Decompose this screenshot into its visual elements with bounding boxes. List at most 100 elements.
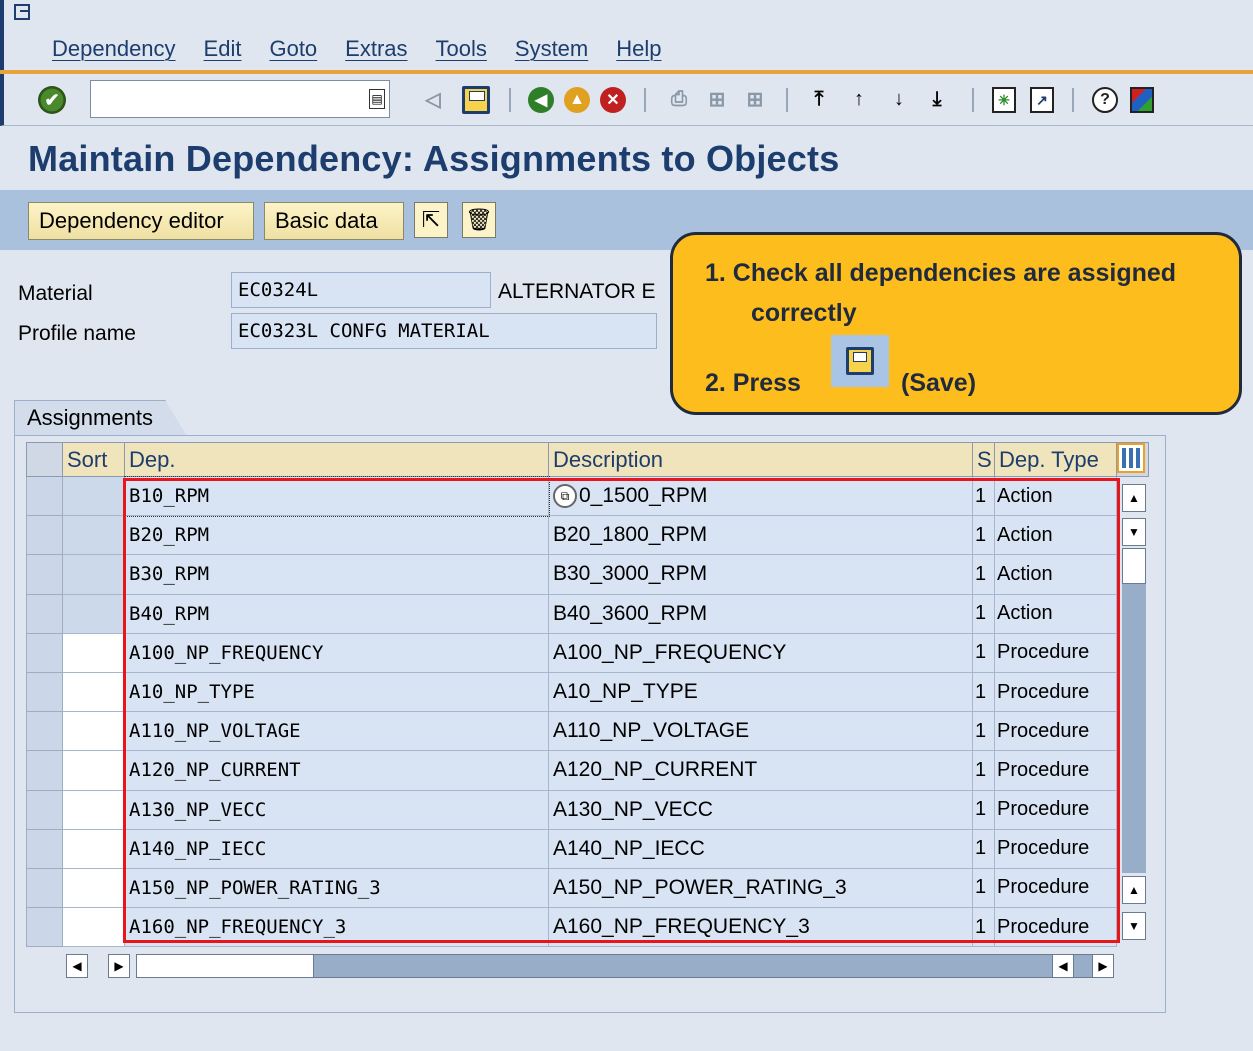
table-row[interactable]: A10_NP_TYPE A10_NP_TYPE 1 Procedure bbox=[26, 671, 1149, 713]
row-selector[interactable] bbox=[26, 789, 63, 830]
delete-trash-icon[interactable]: 🗑 bbox=[462, 202, 496, 238]
exit-icon[interactable]: ▲ bbox=[564, 87, 590, 113]
find-next-icon[interactable]: ⊞ bbox=[740, 84, 770, 114]
enter-icon[interactable]: ✔ bbox=[38, 86, 66, 114]
page-up-icon[interactable]: ▲ bbox=[1122, 876, 1146, 904]
row-selector[interactable] bbox=[26, 750, 63, 791]
table-row[interactable]: B30_RPM B30_3000_RPM 1 Action bbox=[26, 554, 1149, 595]
horizontal-scroll-thumb[interactable] bbox=[136, 954, 314, 978]
dep-cell[interactable]: A130_NP_VECC bbox=[124, 789, 549, 830]
dep-cell[interactable]: A110_NP_VOLTAGE bbox=[124, 711, 549, 752]
dep-cell[interactable]: A10_NP_TYPE bbox=[124, 671, 549, 713]
scroll-left-icon[interactable]: ◀ bbox=[66, 954, 88, 978]
sort-cell[interactable] bbox=[62, 907, 125, 948]
menu-tools[interactable]: Tools bbox=[436, 36, 487, 62]
select-all-header[interactable] bbox=[26, 442, 63, 477]
menu-extras[interactable]: Extras bbox=[345, 36, 407, 62]
sort-cell[interactable] bbox=[62, 750, 125, 791]
table-row[interactable]: A130_NP_VECC A130_NP_VECC 1 Procedure bbox=[26, 789, 1149, 830]
dep-cell[interactable]: A140_NP_IECC bbox=[124, 828, 549, 869]
table-row[interactable]: A100_NP_FREQUENCY A100_NP_FREQUENCY 1 Proce… bbox=[26, 632, 1149, 673]
table-row[interactable]: A140_NP_IECC A140_NP_IECC 1 Procedure bbox=[26, 828, 1149, 869]
material-field[interactable]: EC0324L bbox=[231, 272, 491, 308]
description-cell[interactable]: B40_3600_RPM bbox=[548, 593, 973, 634]
row-selector[interactable] bbox=[26, 907, 63, 948]
profile-name-field[interactable]: EC0323L CONFG MATERIAL bbox=[231, 313, 657, 349]
table-row[interactable]: A150_NP_POWER_RATING_3 A150_NP_POWER_RATI… bbox=[26, 867, 1149, 909]
table-row[interactable]: A160_NP_FREQUENCY_3 A160_NP_FREQUENCY_3 1 P… bbox=[26, 907, 1149, 948]
description-cell[interactable]: A150_NP_POWER_RATING_3 bbox=[548, 867, 973, 909]
save-icon[interactable] bbox=[462, 86, 490, 114]
dep-cell[interactable]: B30_RPM bbox=[124, 554, 549, 595]
sort-cell[interactable] bbox=[62, 554, 125, 595]
next-page-icon[interactable]: ↓ bbox=[884, 84, 914, 114]
previous-page-icon[interactable]: ↑ bbox=[844, 84, 874, 114]
select-cursor-icon[interactable]: ⇱ bbox=[414, 202, 448, 238]
sort-cell[interactable] bbox=[62, 789, 125, 830]
vertical-scroll-thumb[interactable] bbox=[1122, 548, 1146, 584]
history-dropdown-icon[interactable]: ▤ bbox=[369, 89, 385, 109]
sort-cell[interactable] bbox=[62, 711, 125, 752]
sort-cell[interactable] bbox=[62, 475, 125, 517]
table-row[interactable]: B40_RPM B40_3600_RPM 1 Action bbox=[26, 593, 1149, 634]
description-cell[interactable]: A100_NP_FREQUENCY bbox=[548, 632, 973, 673]
description-cell[interactable]: A130_NP_VECC bbox=[548, 789, 973, 830]
description-cell[interactable]: ⧉ 0_1500_RPM bbox=[548, 475, 973, 517]
shortcut-icon[interactable]: ↗ bbox=[1030, 87, 1054, 113]
sort-cell[interactable] bbox=[62, 867, 125, 909]
menu-goto[interactable]: Goto bbox=[269, 36, 317, 62]
menu-dependency[interactable]: Dependency bbox=[52, 36, 176, 62]
dep-cell[interactable]: A150_NP_POWER_RATING_3 bbox=[124, 867, 549, 909]
create-session-icon[interactable]: ✳ bbox=[992, 87, 1016, 113]
menu-system[interactable]: System bbox=[515, 36, 588, 62]
row-selector[interactable] bbox=[26, 475, 63, 517]
dep-cell[interactable]: B40_RPM bbox=[124, 593, 549, 634]
table-row[interactable]: B10_RPM ⧉ 0_1500_RPM 1 Action bbox=[26, 475, 1149, 517]
column-header-sort[interactable]: Sort bbox=[62, 442, 125, 477]
menu-help[interactable]: Help bbox=[616, 36, 661, 62]
page-down-icon[interactable]: ▼ bbox=[1122, 912, 1146, 940]
last-page-icon[interactable]: ⤓ bbox=[922, 84, 952, 114]
row-selector[interactable] bbox=[26, 515, 63, 556]
row-selector[interactable] bbox=[26, 593, 63, 634]
scroll-right-icon[interactable]: ▶ bbox=[108, 954, 130, 978]
scroll-right-icon-right[interactable]: ▶ bbox=[1092, 954, 1114, 978]
basic-data-button[interactable]: Basic data bbox=[264, 202, 404, 240]
dependency-editor-button[interactable]: Dependency editor bbox=[28, 202, 254, 240]
description-cell[interactable]: A10_NP_TYPE bbox=[548, 671, 973, 713]
description-cell[interactable]: A140_NP_IECC bbox=[548, 828, 973, 869]
help-icon[interactable]: ? bbox=[1092, 87, 1118, 113]
description-cell[interactable]: B30_3000_RPM bbox=[548, 554, 973, 595]
scroll-left-icon-right[interactable]: ◀ bbox=[1052, 954, 1074, 978]
column-configuration-icon[interactable] bbox=[1117, 443, 1145, 473]
tab-assignments[interactable]: Assignments bbox=[14, 400, 187, 436]
dep-cell[interactable]: A100_NP_FREQUENCY bbox=[124, 632, 549, 673]
row-selector[interactable] bbox=[26, 671, 63, 713]
scroll-down-icon[interactable]: ▼ bbox=[1122, 518, 1146, 546]
menu-edit[interactable]: Edit bbox=[204, 36, 242, 62]
window-menu-icon[interactable] bbox=[14, 4, 30, 20]
description-cell[interactable]: A110_NP_VOLTAGE bbox=[548, 711, 973, 752]
back-green-icon[interactable]: ◀ bbox=[528, 87, 554, 113]
print-icon[interactable]: ⎙ bbox=[664, 84, 694, 114]
table-row[interactable]: A120_NP_CURRENT A120_NP_CURRENT 1 Procedure bbox=[26, 750, 1149, 791]
sort-cell[interactable] bbox=[62, 828, 125, 869]
description-cell[interactable]: A160_NP_FREQUENCY_3 bbox=[548, 907, 973, 948]
dep-cell[interactable]: B20_RPM bbox=[124, 515, 549, 556]
dep-cell[interactable]: A160_NP_FREQUENCY_3 bbox=[124, 907, 549, 948]
value-help-icon[interactable]: ⧉ bbox=[553, 484, 577, 509]
row-selector[interactable] bbox=[26, 632, 63, 673]
row-selector[interactable] bbox=[26, 828, 63, 869]
find-icon[interactable]: ⊞ bbox=[702, 84, 732, 114]
column-header-s[interactable]: S bbox=[972, 442, 995, 477]
column-header-dep[interactable]: Dep. bbox=[124, 442, 549, 477]
description-cell[interactable]: B20_1800_RPM bbox=[548, 515, 973, 556]
table-row[interactable]: A110_NP_VOLTAGE A110_NP_VOLTAGE 1 Procedure bbox=[26, 711, 1149, 752]
description-cell[interactable]: A120_NP_CURRENT bbox=[548, 750, 973, 791]
back-icon[interactable]: ◁ bbox=[418, 84, 448, 114]
sort-cell[interactable] bbox=[62, 671, 125, 713]
command-field[interactable]: ▤ bbox=[90, 80, 390, 118]
column-header-dep-type[interactable]: Dep. Type bbox=[994, 442, 1117, 477]
table-row[interactable]: B20_RPM B20_1800_RPM 1 Action bbox=[26, 515, 1149, 556]
dep-cell[interactable]: A120_NP_CURRENT bbox=[124, 750, 549, 791]
